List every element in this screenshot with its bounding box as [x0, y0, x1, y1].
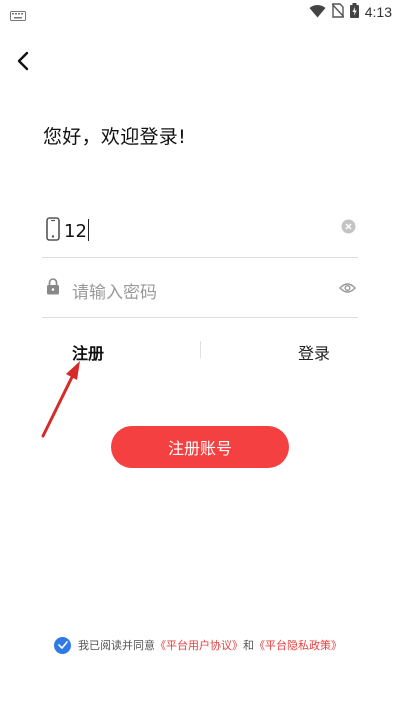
text-caret	[87, 219, 89, 241]
wifi-icon	[309, 3, 326, 22]
tab-register[interactable]: 注册	[72, 340, 104, 364]
no-sim-icon	[331, 2, 345, 22]
clear-icon[interactable]	[341, 219, 356, 238]
tab-login[interactable]: 登录	[298, 340, 330, 364]
lock-icon	[46, 277, 60, 299]
phone-input[interactable]: 12	[64, 219, 89, 242]
user-agreement-link[interactable]: 《平台用户协议》	[155, 637, 243, 653]
agreement-prefix: 我已阅读并同意	[78, 639, 155, 652]
tab-divider	[200, 341, 201, 358]
battery-charging-icon	[349, 2, 359, 22]
status-bar: 4:13	[0, 0, 400, 24]
agreement-checkbox[interactable]	[54, 636, 71, 654]
greeting-title: 您好，欢迎登录!	[43, 126, 187, 148]
register-account-button[interactable]: 注册账号	[111, 426, 289, 468]
back-button[interactable]	[12, 51, 34, 75]
status-time: 4:13	[364, 4, 392, 20]
eye-icon[interactable]	[339, 279, 356, 298]
agreement-conjunction: 和	[243, 639, 254, 652]
keyboard-icon	[10, 6, 26, 21]
chevron-left-icon	[17, 51, 29, 75]
privacy-policy-link[interactable]: 《平台隐私政策》	[254, 637, 342, 653]
password-input[interactable]: 请输入密码	[72, 278, 157, 303]
phone-field[interactable]: 12	[42, 199, 358, 258]
password-field[interactable]: 请输入密码	[42, 259, 358, 318]
phone-icon	[46, 217, 60, 245]
agreement-row: 我已阅读并同意 《平台用户协议》 和 《平台隐私政策》	[54, 636, 342, 654]
